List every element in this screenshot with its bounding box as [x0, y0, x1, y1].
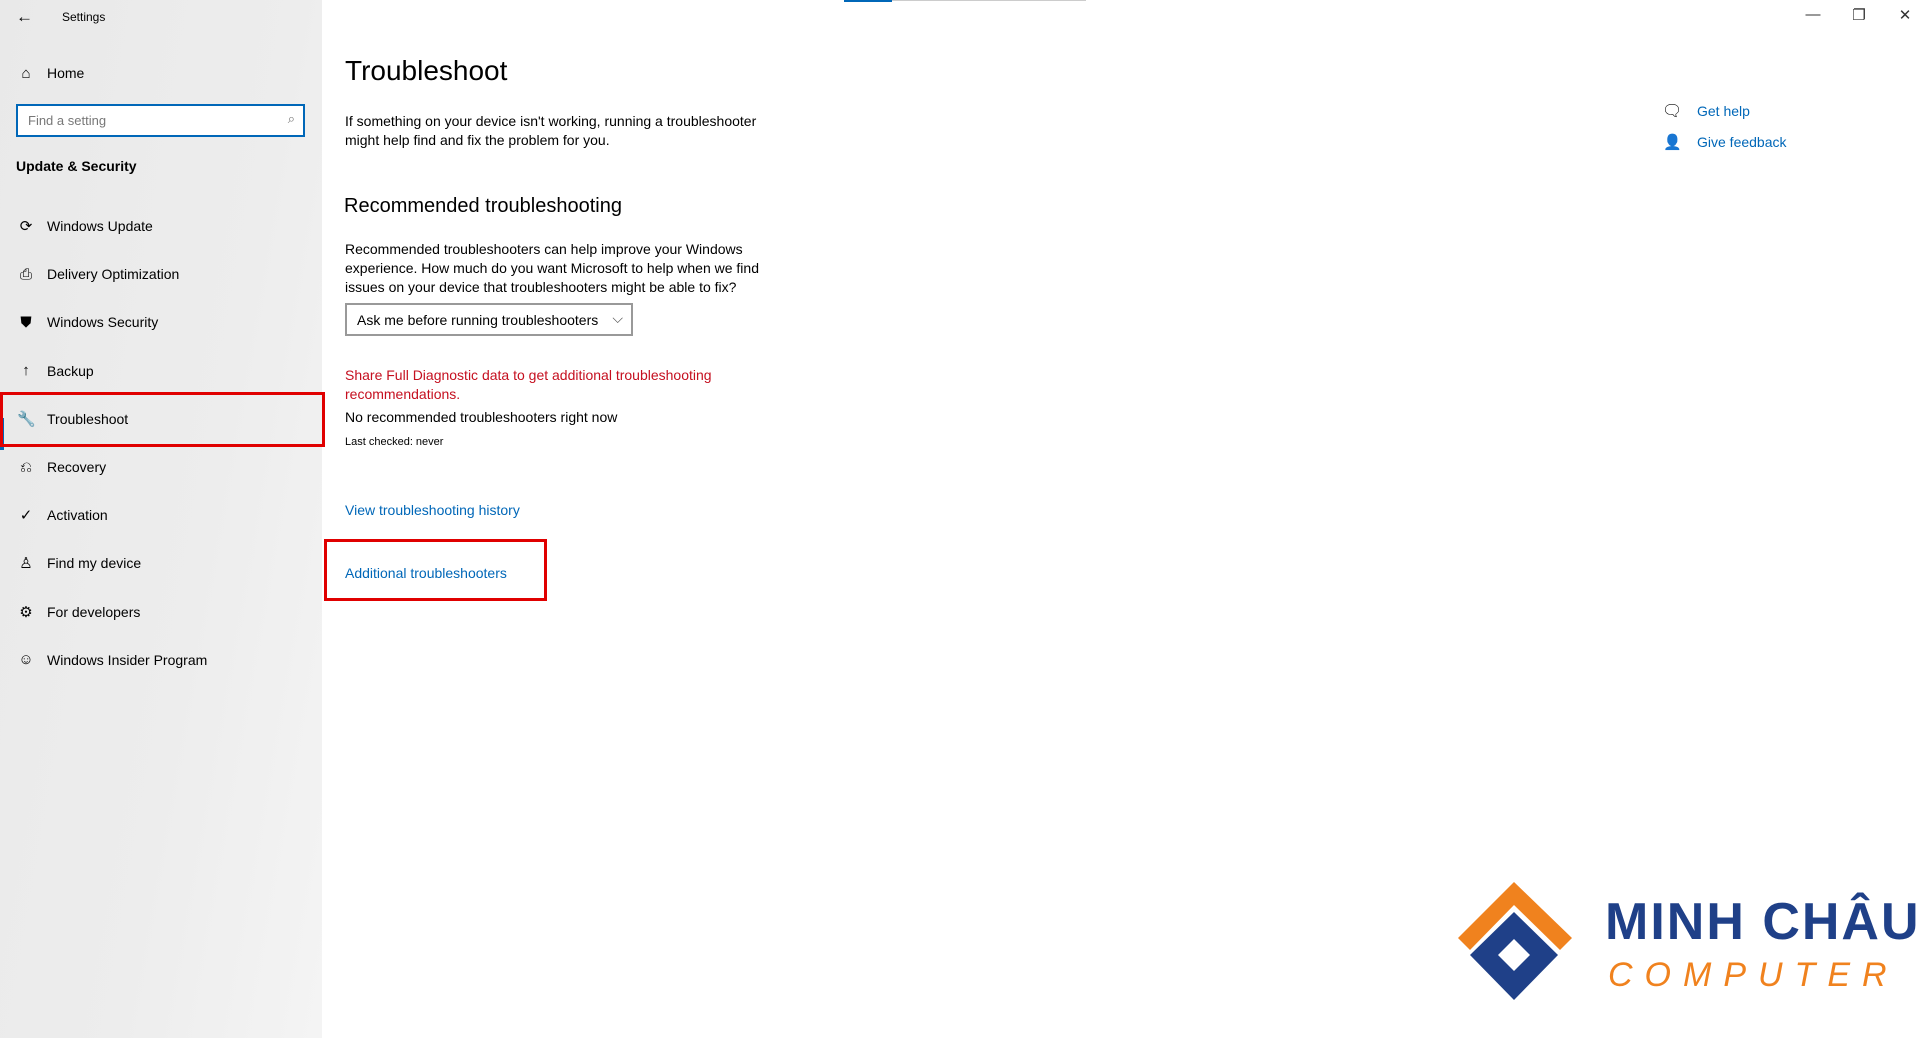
backup-arrow-icon: ↑ — [22, 362, 30, 380]
recommended-description: Recommended troubleshooters can help imp… — [345, 241, 759, 295]
view-history-link[interactable]: View troubleshooting history — [345, 502, 520, 518]
sidebar-item-find-my-device[interactable]: ♙ Find my device — [0, 543, 322, 583]
last-checked: Last checked: never — [345, 436, 444, 448]
recommended-heading: Recommended troubleshooting — [344, 195, 622, 217]
troubleshoot-preference-dropdown[interactable]: Ask me before running troubleshooters ⌵ — [345, 303, 633, 336]
chevron-down-icon: ⌵ — [612, 310, 623, 326]
progress-accent — [844, 0, 892, 2]
sync-icon: ⟳ — [19, 218, 33, 235]
sidebar-item-home[interactable]: ⌂ Home — [0, 53, 322, 93]
close-button[interactable]: ✕ — [1890, 6, 1920, 28]
sidebar-item-label: Windows Security — [47, 314, 159, 331]
feedback-icon: 👤 — [1663, 134, 1682, 151]
sidebar-item-label: Recovery — [47, 459, 107, 475]
sidebar-item-windows-update[interactable]: ⟳ Windows Update — [0, 206, 322, 246]
sidebar-item-label: Delivery Optimization — [47, 266, 180, 283]
back-arrow-icon[interactable]: ← — [16, 7, 33, 27]
sidebar-item-for-developers[interactable]: ⚙ For developers — [0, 592, 322, 632]
diagnostic-data-link[interactable]: Share Full Diagnostic data to get additi… — [345, 366, 765, 404]
sidebar-item-delivery-optimization[interactable]: ⎙ Delivery Optimization — [0, 254, 322, 294]
logo-text-bottom: COMPUTER — [1608, 956, 1899, 994]
recovery-icon: ⎌ — [19, 458, 32, 476]
sidebar-item-recovery[interactable]: ⎌ Recovery — [0, 447, 322, 487]
home-icon: ⌂ — [21, 64, 31, 82]
page-title: Troubleshoot — [345, 55, 508, 86]
get-help-icon: 🗨 — [1662, 103, 1683, 120]
logo-text-top: MINH CHÂU — [1605, 893, 1920, 951]
logo-mark-icon — [1458, 882, 1572, 1000]
insider-icon: ☺ — [18, 651, 34, 669]
developer-icon: ⚙ — [19, 603, 33, 621]
sidebar-item-label: Find my device — [47, 555, 142, 572]
sidebar-item-label: For developers — [47, 603, 141, 620]
sidebar-item-windows-insider-program[interactable]: ☺ Windows Insider Program — [0, 640, 322, 680]
home-label: Home — [47, 65, 85, 81]
restore-button[interactable]: ❐ — [1844, 6, 1874, 28]
search-icon[interactable]: ⌕ — [288, 111, 295, 127]
no-recommended-status: No recommended troubleshooters right now — [345, 409, 618, 425]
minimize-button[interactable]: — — [1798, 6, 1828, 28]
minh-chau-logo: MINH CHÂU COMPUTER — [1450, 870, 1919, 1010]
sidebar-item-activation[interactable]: ✓ Activation — [0, 495, 322, 535]
get-help-link[interactable]: Get help — [1697, 103, 1750, 119]
give-feedback-link[interactable]: Give feedback — [1697, 134, 1787, 150]
check-circle-icon: ✓ — [19, 507, 33, 525]
section-heading: Update & Security — [16, 158, 137, 174]
search-input[interactable]: Find a setting ⌕ — [16, 104, 305, 137]
progress-track — [892, 0, 1086, 1]
sidebar-item-label: Windows Update — [47, 218, 153, 234]
troubleshoot-highlight-box — [0, 392, 325, 447]
person-pin-icon: ♙ — [19, 555, 33, 573]
sidebar: ← Settings ⌂ Home Find a setting ⌕ Update… — [0, 0, 322, 1038]
shield-icon: ⛊ — [20, 313, 32, 331]
window-title: Settings — [62, 10, 106, 24]
additional-troubleshooters-link[interactable]: Additional troubleshooters — [345, 565, 507, 581]
intro-text: If something on your device isn't workin… — [345, 113, 757, 148]
sidebar-item-label: Activation — [47, 507, 108, 524]
sidebar-item-windows-security[interactable]: ⛊ Windows Security — [0, 302, 322, 342]
sidebar-item-label: Backup — [47, 362, 94, 379]
dropdown-value: Ask me before running troubleshooters — [357, 311, 599, 328]
sidebar-item-label: Windows Insider Program — [47, 651, 208, 668]
delivery-icon: ⎙ — [19, 265, 32, 283]
sidebar-item-backup[interactable]: ↑ Backup — [0, 351, 322, 391]
search-placeholder: Find a setting — [28, 113, 107, 128]
